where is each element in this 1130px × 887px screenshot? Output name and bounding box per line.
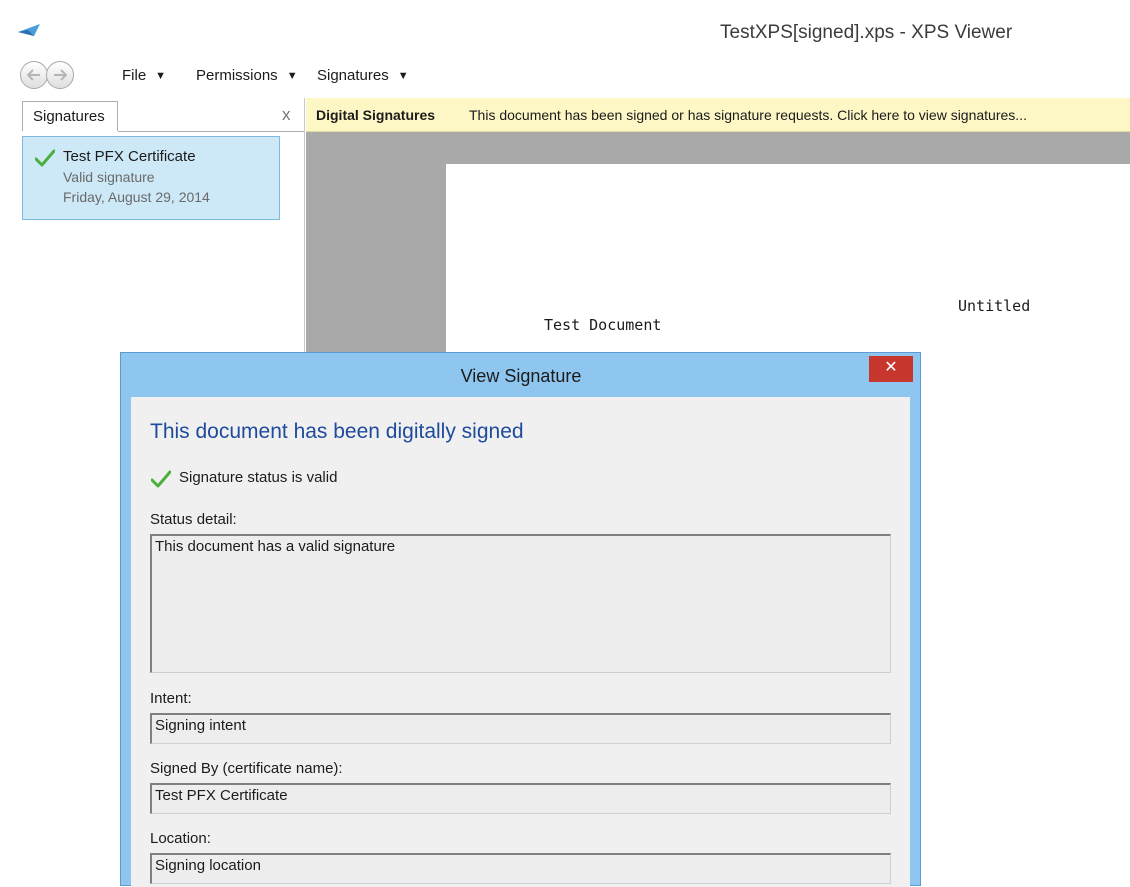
dialog-heading: This document has been digitally signed xyxy=(150,420,524,443)
status-detail-label: Status detail: xyxy=(150,511,237,528)
checkmark-icon xyxy=(151,470,171,488)
intent-label: Intent: xyxy=(150,690,192,707)
menu-file[interactable]: File ▼ xyxy=(122,67,166,84)
infobar-message: This document has been signed or has sig… xyxy=(469,107,1027,123)
document-text-test: Test Document xyxy=(544,316,662,334)
dialog-title: View Signature xyxy=(460,366,582,386)
signature-list-item[interactable]: Test PFX Certificate Valid signature Fri… xyxy=(22,136,280,220)
title-bar: TestXPS[signed].xps - XPS Viewer xyxy=(0,0,1130,58)
close-dialog-button[interactable]: ✕ xyxy=(869,356,913,382)
status-detail-field[interactable]: This document has a valid signature xyxy=(150,534,891,673)
caret-down-icon: ▼ xyxy=(286,70,298,82)
signature-date: Friday, August 29, 2014 xyxy=(63,189,210,205)
window-title: TestXPS[signed].xps - XPS Viewer xyxy=(720,22,1013,43)
signed-by-field[interactable]: Test PFX Certificate xyxy=(150,783,891,814)
checkmark-icon xyxy=(35,149,55,167)
signed-by-label: Signed By (certificate name): xyxy=(150,760,343,777)
back-button[interactable] xyxy=(20,61,48,89)
location-label: Location: xyxy=(150,830,211,847)
menu-bar: File ▼ Permissions ▼ Signatures ▼ xyxy=(0,58,1130,92)
back-arrow-icon xyxy=(27,69,40,81)
document-text-untitled: Untitled xyxy=(958,297,1031,315)
menu-signatures-label: Signatures xyxy=(317,67,389,84)
view-signature-dialog: View Signature ✕ This document has been … xyxy=(120,352,921,887)
menu-permissions[interactable]: Permissions ▼ xyxy=(196,67,298,84)
caret-down-icon: ▼ xyxy=(155,70,167,82)
menu-file-label: File xyxy=(122,67,147,84)
signature-status: Valid signature xyxy=(63,169,155,185)
forward-button[interactable] xyxy=(46,61,74,89)
dialog-body: This document has been digitally signed … xyxy=(131,397,910,887)
location-field[interactable]: Signing location xyxy=(150,853,891,884)
intent-field[interactable]: Signing intent xyxy=(150,713,891,744)
infobar-title: Digital Signatures xyxy=(316,107,436,123)
tab-signatures[interactable]: Signatures xyxy=(22,101,118,131)
close-panel-icon[interactable]: x xyxy=(282,105,291,125)
digital-signatures-infobar[interactable]: Digital Signatures This document has bee… xyxy=(306,98,1130,132)
signature-name: Test PFX Certificate xyxy=(63,148,196,165)
menu-signatures[interactable]: Signatures ▼ xyxy=(317,67,409,84)
caret-down-icon: ▼ xyxy=(397,70,409,82)
forward-arrow-icon xyxy=(54,69,67,81)
menu-permissions-label: Permissions xyxy=(196,67,278,84)
signature-status-text: Signature status is valid xyxy=(179,469,338,486)
tab-divider xyxy=(118,131,304,132)
xps-viewer-icon[interactable] xyxy=(18,24,40,36)
